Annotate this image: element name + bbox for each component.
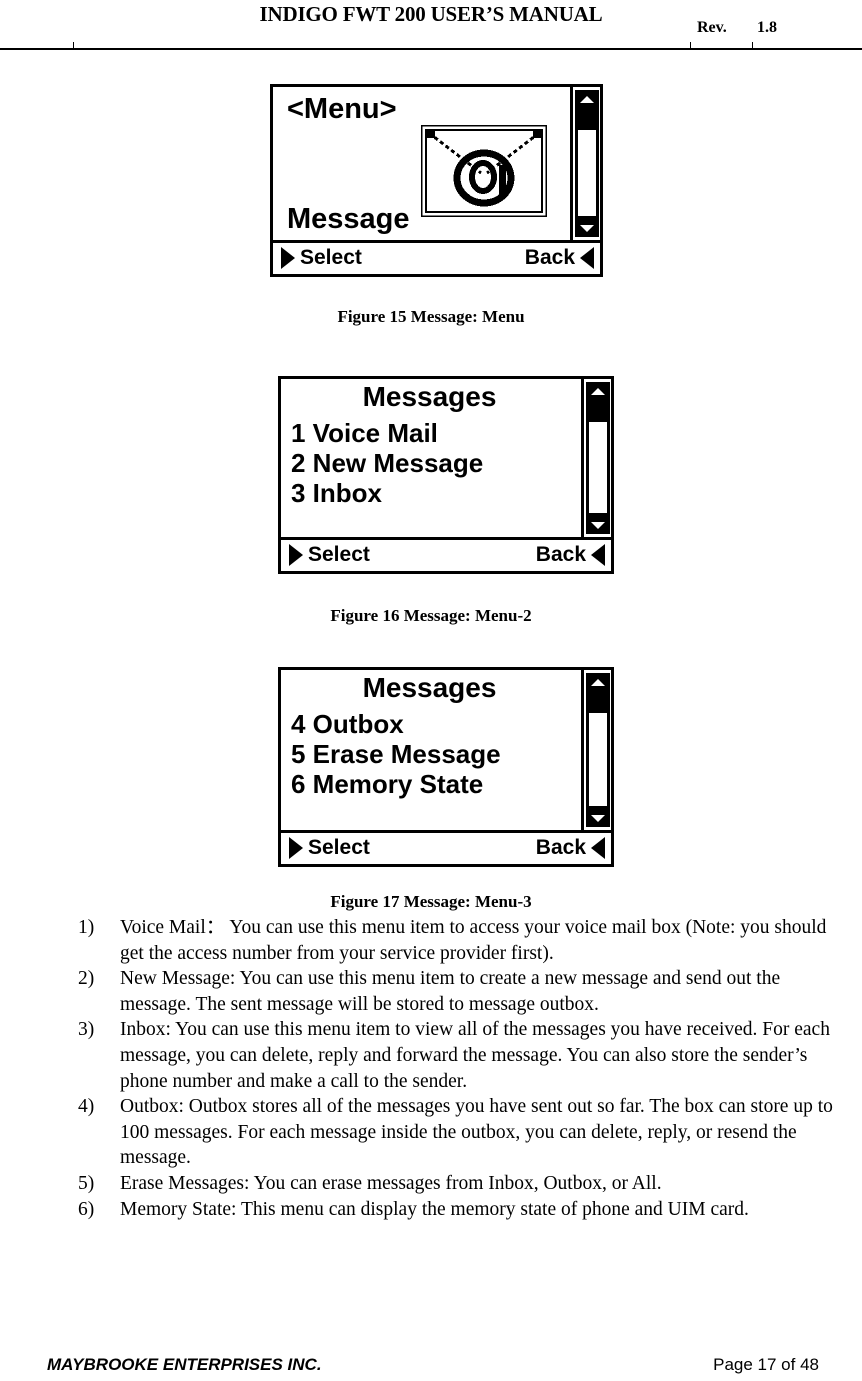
list-item: 4) Outbox: Outbox stores all of the mess… — [78, 1094, 840, 1171]
figure-caption-15: Figure 15 Message: Menu — [337, 307, 525, 326]
list-item: 5) Erase Messages: You can erase message… — [78, 1171, 840, 1197]
page-title: INDIGO FWT 200 USER’S MANUAL — [259, 2, 603, 26]
scrollbar-track[interactable] — [574, 108, 599, 219]
screen-menu-list: 1 Voice Mail 2 New Message 3 Inbox — [291, 418, 483, 508]
softkey-back-button[interactable]: Back — [536, 836, 605, 860]
softkey-select-button[interactable]: Select — [289, 836, 370, 860]
list-item-number: 5) — [78, 1172, 95, 1194]
softkey-back-label: Back — [535, 836, 586, 859]
revision-label: Rev. — [697, 19, 727, 36]
menu-description-list: 1) Voice Mail： You can use this menu ite… — [78, 915, 840, 1222]
screen-menu-item-label: Message — [287, 203, 410, 235]
list-item-number: 4) — [78, 1096, 95, 1118]
figure-caption-17: Figure 17 Message: Menu-3 — [330, 892, 532, 911]
list-item-text: Outbox: Outbox stores all of the message… — [120, 1096, 833, 1169]
screen-scrollbar[interactable] — [570, 87, 600, 240]
figure-caption-16: Figure 16 Message: Menu-2 — [330, 606, 532, 625]
page-header: INDIGO FWT 200 USER’S MANUAL Rev. 1.8 — [0, 0, 862, 52]
scroll-down-arrow-icon[interactable] — [574, 219, 599, 237]
list-item[interactable]: 1 Voice Mail — [291, 418, 483, 448]
scroll-down-arrow-icon[interactable] — [585, 516, 610, 534]
envelope-at-icon — [419, 123, 549, 219]
softkey-back-label: Back — [535, 543, 586, 566]
scrollbar-thumb[interactable] — [574, 108, 599, 130]
screen-title: Messages — [362, 672, 497, 703]
softkey-back-label: Back — [524, 246, 575, 269]
header-divider — [0, 48, 862, 50]
scroll-up-arrow-icon[interactable] — [574, 90, 599, 108]
screen-title: Messages — [362, 381, 497, 412]
list-item-text: Erase Messages: You can erase messages f… — [120, 1172, 662, 1194]
triangle-left-icon — [591, 837, 605, 859]
phone-screen-figure-15: <Menu> Message Select Back — [270, 84, 603, 277]
scroll-up-arrow-icon[interactable] — [585, 382, 610, 400]
softkey-back-button[interactable]: Back — [536, 543, 605, 567]
scrollbar-thumb[interactable] — [585, 691, 610, 713]
softkey-bar: Select Back — [281, 830, 611, 864]
list-item-text: Voice Mail： You can use this menu item t… — [120, 917, 827, 964]
screen-scrollbar[interactable] — [581, 670, 611, 830]
phone-screen-figure-16: Messages 1 Voice Mail 2 New Message 3 In… — [278, 376, 614, 574]
revision-value: 1.8 — [757, 19, 777, 36]
list-item[interactable]: 6 Memory State — [291, 769, 501, 799]
list-item-number: 2) — [78, 968, 95, 990]
softkey-select-button[interactable]: Select — [281, 246, 362, 270]
softkey-back-button[interactable]: Back — [525, 246, 594, 270]
list-item[interactable]: 4 Outbox — [291, 709, 501, 739]
softkey-bar: Select Back — [273, 240, 600, 274]
list-item-number: 1) — [78, 917, 95, 938]
triangle-right-icon — [289, 837, 303, 859]
phone-screen-figure-17: Messages 4 Outbox 5 Erase Message 6 Memo… — [278, 667, 614, 867]
screen-body: Messages 1 Voice Mail 2 New Message 3 In… — [281, 379, 611, 537]
screen-scrollbar[interactable] — [581, 379, 611, 537]
list-item: 2) New Message: You can use this menu it… — [78, 966, 840, 1017]
list-item[interactable]: 2 New Message — [291, 448, 483, 478]
softkey-select-label: Select — [308, 543, 370, 566]
page-footer: MAYBROOKE ENTERPRISES INC. Page 17 of 48 — [0, 1355, 862, 1381]
triangle-right-icon — [281, 247, 295, 269]
softkey-select-button[interactable]: Select — [289, 543, 370, 567]
softkey-select-label: Select — [300, 246, 362, 269]
footer-page-number: Page 17 of 48 — [713, 1355, 819, 1374]
list-item-text: New Message: You can use this menu item … — [120, 968, 781, 1015]
list-item: 3) Inbox: You can use this menu item to … — [78, 1017, 840, 1094]
list-item-text: Inbox: You can use this menu item to vie… — [120, 1019, 830, 1092]
scroll-up-arrow-icon[interactable] — [585, 673, 610, 691]
softkey-bar: Select Back — [281, 537, 611, 571]
scrollbar-track[interactable] — [585, 691, 610, 809]
triangle-right-icon — [289, 544, 303, 566]
list-item[interactable]: 5 Erase Message — [291, 739, 501, 769]
screen-body: <Menu> Message — [273, 87, 600, 240]
list-item-text: Memory State: This menu can display the … — [120, 1198, 749, 1220]
screen-body: Messages 4 Outbox 5 Erase Message 6 Memo… — [281, 670, 611, 830]
list-item: 6) Memory State: This menu can display t… — [78, 1197, 840, 1223]
footer-company-name: MAYBROOKE ENTERPRISES INC. — [47, 1355, 322, 1374]
scrollbar-track[interactable] — [585, 400, 610, 516]
list-item-number: 3) — [78, 1019, 95, 1041]
softkey-select-label: Select — [308, 836, 370, 859]
screen-title: <Menu> — [287, 93, 397, 125]
scrollbar-thumb[interactable] — [585, 400, 610, 422]
list-item-number: 6) — [78, 1198, 95, 1220]
screen-menu-list: 4 Outbox 5 Erase Message 6 Memory State — [291, 709, 501, 799]
triangle-left-icon — [591, 544, 605, 566]
list-item[interactable]: 3 Inbox — [291, 478, 483, 508]
triangle-left-icon — [580, 247, 594, 269]
scroll-down-arrow-icon[interactable] — [585, 809, 610, 827]
list-item: 1) Voice Mail： You can use this menu ite… — [78, 915, 840, 966]
